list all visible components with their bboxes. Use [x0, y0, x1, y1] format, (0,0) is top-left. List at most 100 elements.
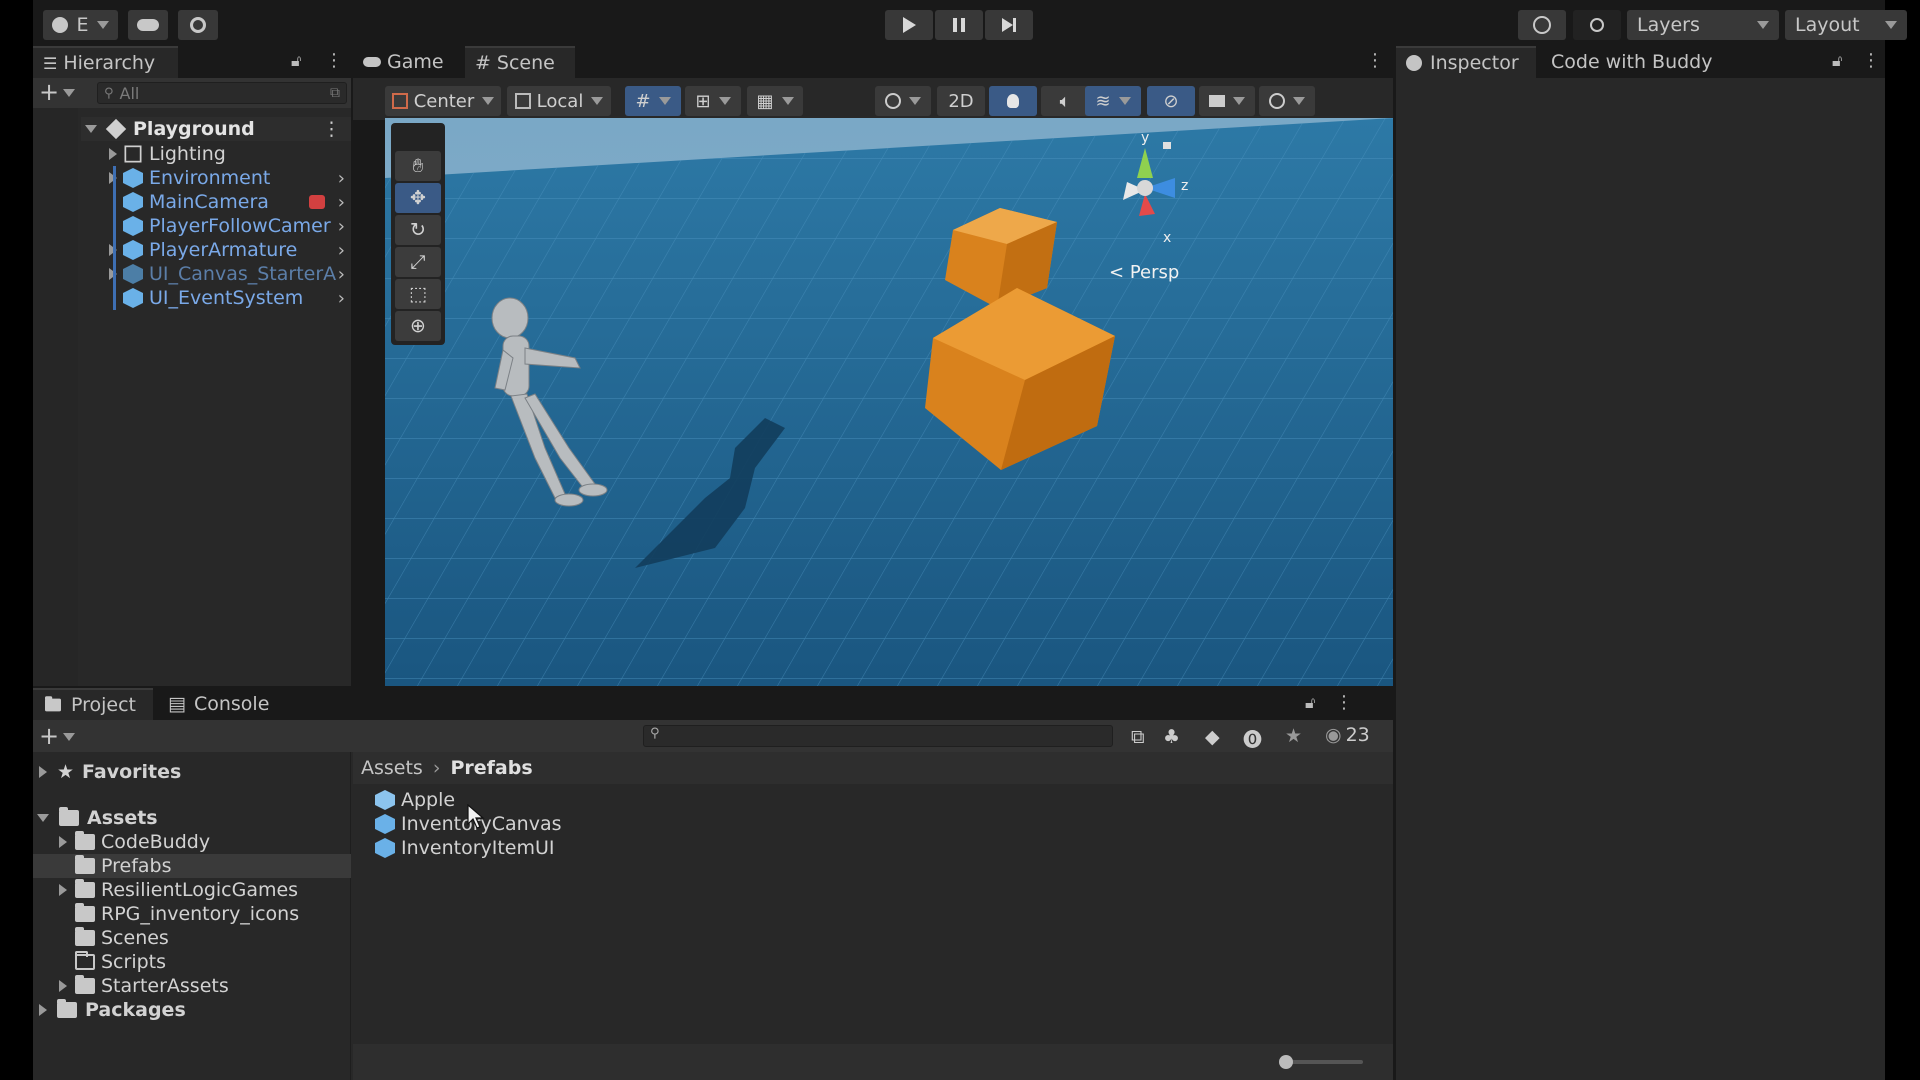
account-button[interactable]: E: [43, 10, 118, 40]
chevron-right-icon[interactable]: ›: [338, 264, 345, 285]
more-icon[interactable]: ⋮: [325, 50, 343, 71]
layers-dropdown[interactable]: Layers: [1627, 10, 1779, 40]
shading-mode-button[interactable]: [875, 86, 931, 116]
rect-tool[interactable]: ⬚: [395, 279, 441, 309]
folder-item[interactable]: Scripts: [33, 950, 351, 974]
chevron-right-icon[interactable]: ›: [338, 288, 345, 309]
expand-arrow-icon[interactable]: [85, 125, 97, 133]
expand-arrow-icon[interactable]: [39, 1004, 47, 1016]
scene-visibility-button[interactable]: ⊘: [1147, 86, 1195, 116]
hierarchy-item[interactable]: Lighting: [81, 142, 351, 166]
gizmos-button[interactable]: [1259, 86, 1315, 116]
folder-item[interactable]: RPG_inventory_icons: [33, 902, 351, 926]
ruler-button[interactable]: ▦: [747, 86, 803, 116]
toggle-2d-button[interactable]: 2D: [937, 86, 985, 116]
icon-size-slider[interactable]: [1279, 1055, 1363, 1069]
folder-item[interactable]: ResilientLogicGames: [33, 878, 351, 902]
hierarchy-item[interactable]: Environment ›: [81, 166, 351, 190]
folder-tree: ★ Favorites Assets CodeBuddy Prefabs Res…: [33, 752, 351, 1080]
more-icon[interactable]: ⋮: [1366, 50, 1384, 71]
search-button[interactable]: [1573, 10, 1621, 40]
chevron-right-icon[interactable]: ›: [338, 192, 345, 213]
assets-row[interactable]: Assets: [33, 806, 351, 830]
folder-item[interactable]: CodeBuddy: [33, 830, 351, 854]
step-button[interactable]: [985, 10, 1033, 40]
lock-icon[interactable]: 🔓︎: [291, 51, 301, 71]
hierarchy-item[interactable]: UI_EventSystem ›: [81, 286, 351, 310]
tab-project[interactable]: Project: [33, 688, 153, 720]
folder-item[interactable]: StarterAssets: [33, 974, 351, 998]
increment-snap-button[interactable]: ⊞: [685, 86, 741, 116]
hierarchy-item-label: PlayerArmature: [149, 239, 298, 261]
more-icon[interactable]: ⋮: [1862, 50, 1880, 71]
rotate-tool[interactable]: ↻: [395, 215, 441, 245]
folder-item[interactable]: Scenes: [33, 926, 351, 950]
hierarchy-item[interactable]: UI_Canvas_StarterA ›: [81, 262, 351, 286]
space-dropdown[interactable]: Local: [507, 86, 611, 116]
add-button[interactable]: +: [39, 80, 76, 104]
favorite-star-icon[interactable]: ★: [1285, 725, 1302, 747]
transform-tool[interactable]: ⊕: [395, 311, 441, 341]
expand-arrow-icon[interactable]: [59, 884, 67, 896]
tab-inspector[interactable]: Inspector: [1396, 46, 1536, 78]
search-input[interactable]: ⚲ All ⧉: [97, 82, 347, 104]
pivot-dropdown[interactable]: Center: [385, 86, 501, 116]
asset-item[interactable]: InventoryCanvas: [375, 812, 675, 836]
asset-item[interactable]: Apple: [375, 788, 675, 812]
grid-snap-button[interactable]: #: [625, 86, 681, 116]
scene-row[interactable]: Playground ⋮: [81, 117, 351, 141]
expand-arrow-icon[interactable]: [37, 814, 49, 822]
history-button[interactable]: [1518, 10, 1566, 40]
lock-icon[interactable]: [1163, 142, 1171, 149]
tab-hierarchy[interactable]: ☰ Hierarchy: [33, 46, 178, 78]
move-tool[interactable]: ✥: [395, 183, 441, 213]
chevron-right-icon[interactable]: ›: [338, 240, 345, 261]
chevron-right-icon[interactable]: ›: [338, 216, 345, 237]
prefab-variant-icon: [375, 790, 395, 810]
expand-arrow-icon[interactable]: [109, 148, 117, 160]
expand-arrow-icon[interactable]: [59, 980, 67, 992]
tab-game[interactable]: Game: [353, 46, 463, 78]
hierarchy-item[interactable]: PlayerArmature ›: [81, 238, 351, 262]
cloud-button[interactable]: [128, 10, 168, 40]
favorites-row[interactable]: ★ Favorites: [33, 760, 351, 784]
more-icon[interactable]: ⋮: [1335, 692, 1353, 713]
project-search-input[interactable]: ⚲: [643, 725, 1113, 747]
breadcrumb-prefabs[interactable]: Prefabs: [450, 757, 532, 779]
layout-dropdown[interactable]: Layout: [1785, 10, 1907, 40]
scene-visibility-icon[interactable]: ⧉: [330, 85, 340, 101]
lock-icon[interactable]: 🔓︎: [1832, 51, 1842, 71]
lock-icon[interactable]: 🔓︎: [1305, 693, 1315, 713]
label-icon[interactable]: ◆: [1205, 726, 1220, 748]
services-button[interactable]: [178, 10, 218, 40]
scene-viewport[interactable]: y z x < Persp ✋︎ ✥ ↻ ⤢ ⬚ ⊕: [385, 118, 1393, 686]
warning-icon[interactable]: ⓿: [1243, 725, 1262, 752]
expand-arrow-icon[interactable]: [59, 836, 67, 848]
breadcrumb-assets[interactable]: Assets: [361, 757, 423, 779]
effects-button[interactable]: ≋: [1085, 86, 1141, 116]
folder-item-selected[interactable]: Prefabs: [33, 854, 351, 878]
expand-arrow-icon[interactable]: [39, 766, 47, 778]
filter-type-icon[interactable]: ♣︎: [1163, 726, 1180, 748]
hierarchy-item[interactable]: MainCamera ›: [81, 190, 351, 214]
camera-settings-button[interactable]: [1199, 86, 1255, 116]
search-by-type-icon[interactable]: ⧉: [1131, 726, 1145, 748]
lighting-toggle-button[interactable]: [989, 86, 1037, 116]
tab-code-with-buddy[interactable]: Code with Buddy: [1541, 46, 1741, 78]
asset-item[interactable]: InventoryItemUI: [375, 836, 675, 860]
audio-toggle-button[interactable]: 🔈︎: [1041, 86, 1089, 116]
pause-button[interactable]: [935, 10, 983, 40]
more-icon[interactable]: ⋮: [322, 118, 341, 140]
packages-row[interactable]: Packages: [33, 998, 351, 1022]
slider-thumb[interactable]: [1279, 1055, 1293, 1069]
tab-console[interactable]: ▤ Console: [158, 688, 278, 720]
hierarchy-item[interactable]: PlayerFollowCamer ›: [81, 214, 351, 238]
hand-tool[interactable]: ✋︎: [395, 151, 441, 181]
add-button[interactable]: +: [39, 722, 76, 750]
scale-tool[interactable]: ⤢: [395, 247, 441, 277]
tab-scene[interactable]: # Scene: [465, 46, 575, 78]
projection-toggle[interactable]: < Persp: [1109, 262, 1179, 283]
chevron-right-icon[interactable]: ›: [338, 168, 345, 189]
hidden-packages-toggle[interactable]: ◉ 23: [1325, 724, 1370, 746]
play-button[interactable]: [885, 10, 933, 40]
